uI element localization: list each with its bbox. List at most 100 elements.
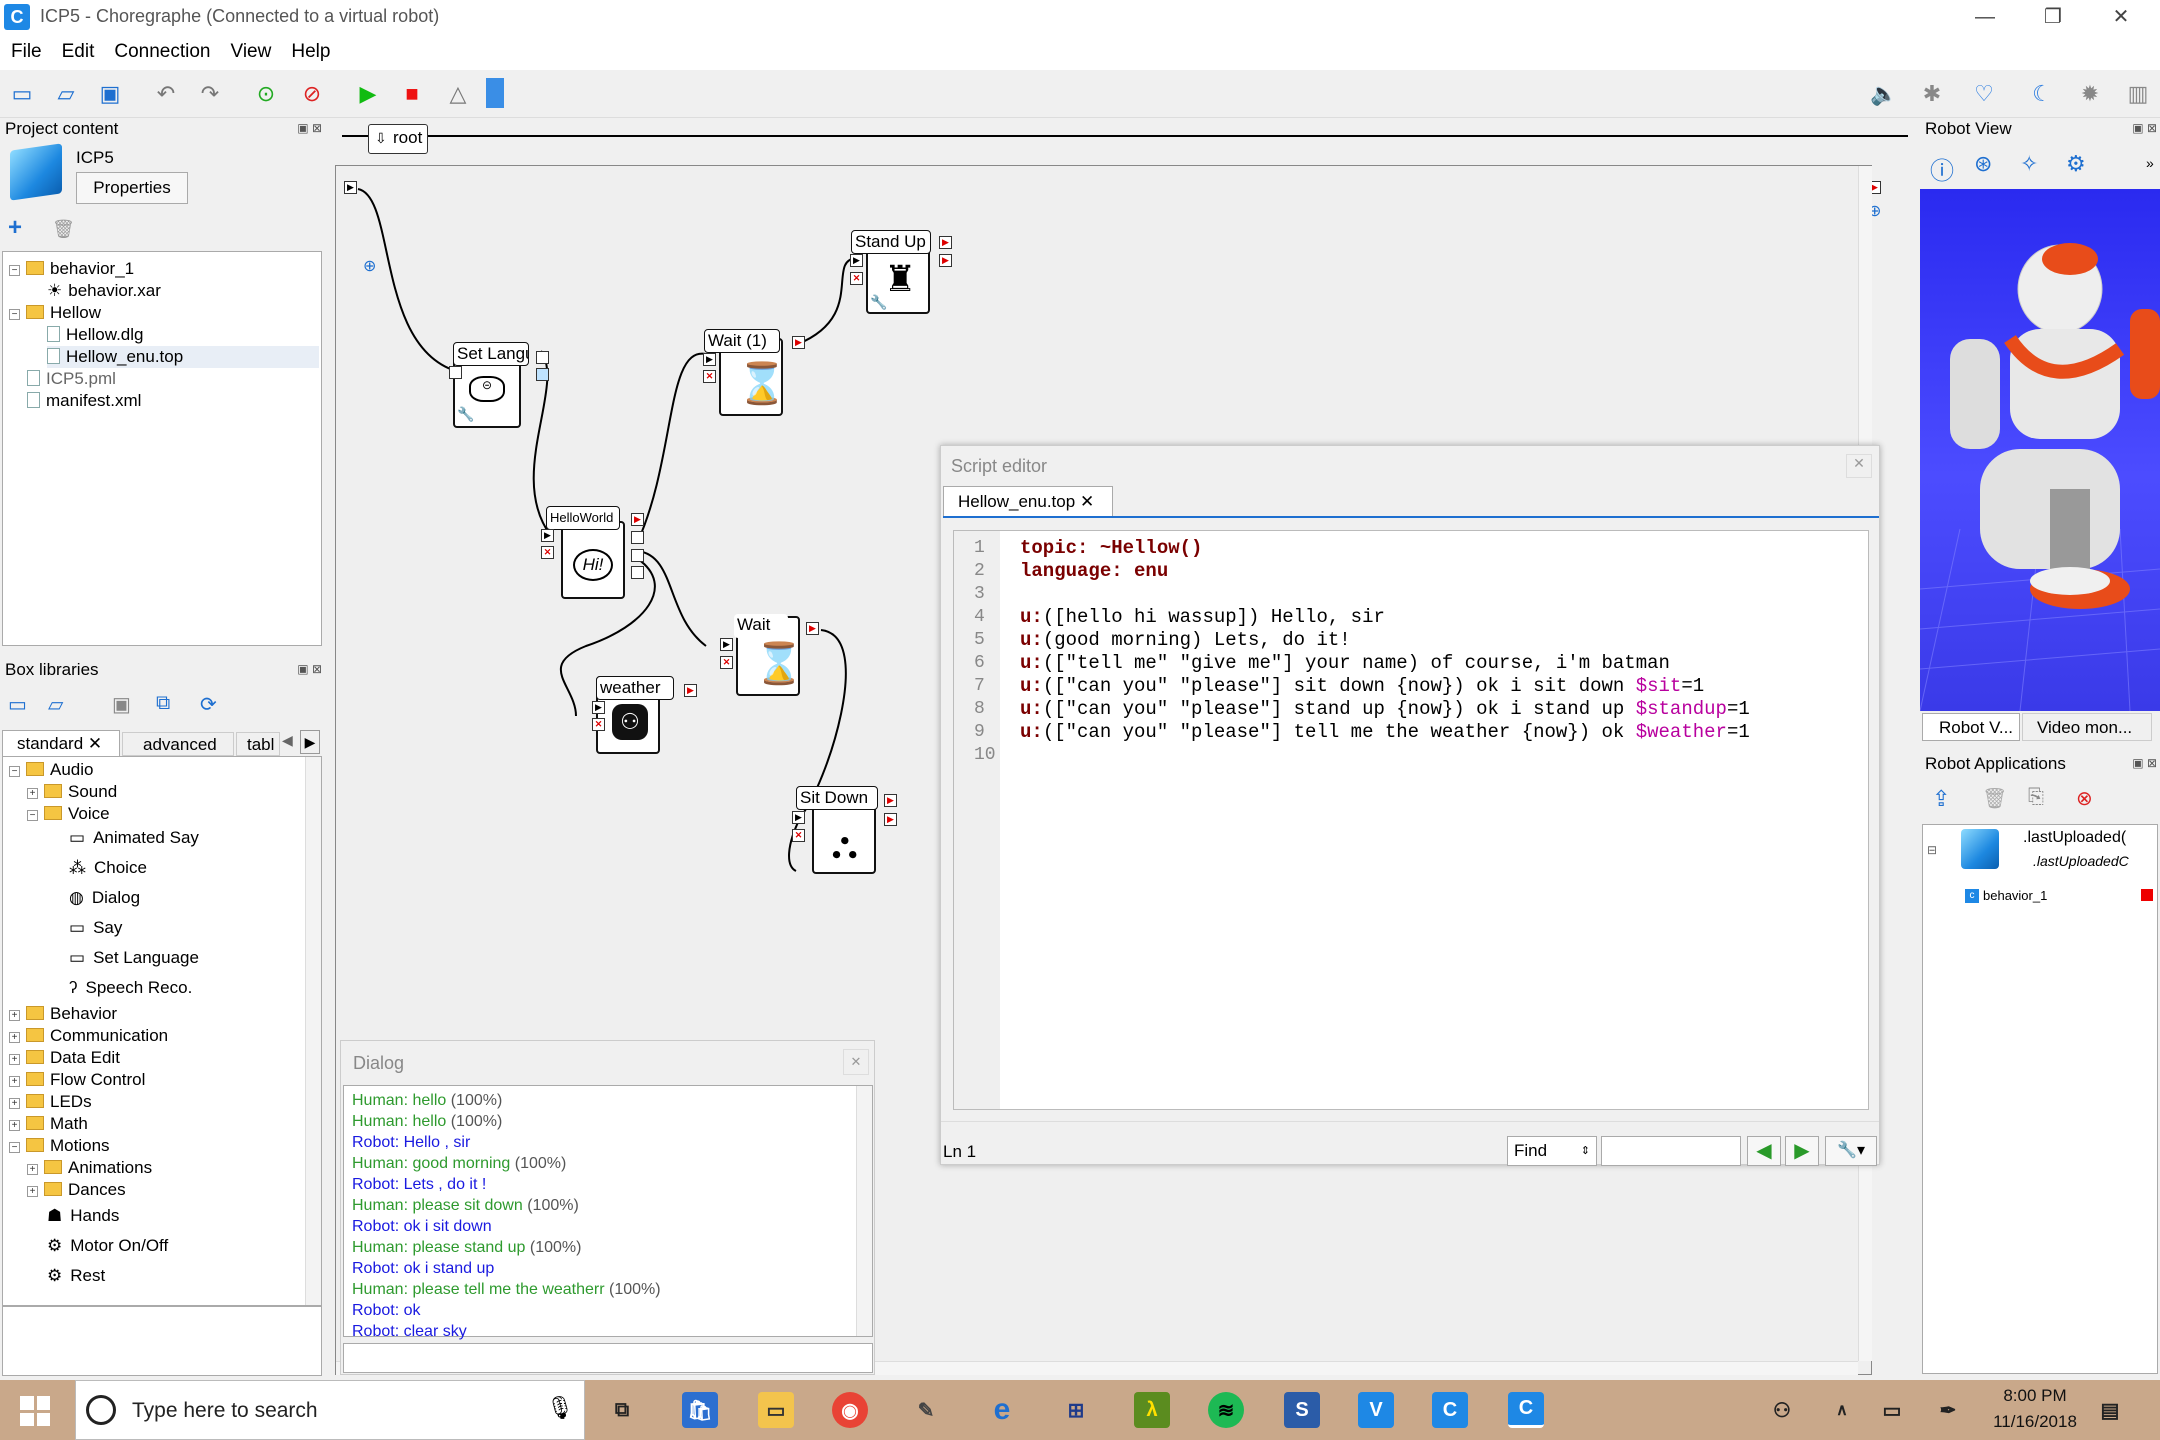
store-icon[interactable]: 🛍 (682, 1392, 718, 1428)
library-folder[interactable]: + Dances (27, 1179, 126, 1201)
box-output-port[interactable]: ▶ (631, 513, 644, 526)
library-folder[interactable]: + Behavior (9, 1003, 117, 1025)
tab-video-monitor[interactable]: Video mon... (2022, 713, 2152, 741)
undo-icon[interactable]: ↶ (150, 78, 182, 110)
redo-icon[interactable]: ↷ (194, 78, 226, 110)
new-library-icon[interactable]: ▭ (8, 692, 27, 717)
panel-float-close-icon[interactable]: ▣ ⊠ (297, 662, 322, 676)
choregraphe-icon[interactable]: C (1432, 1392, 1468, 1428)
network-app-icon[interactable]: ⊞ (1058, 1392, 1094, 1428)
box-stop-port[interactable]: ✕ (592, 718, 605, 731)
autonomous-life-icon[interactable]: ♡ (1968, 78, 2000, 110)
library-folder[interactable]: + Sound (27, 781, 117, 803)
library-box[interactable]: ʔ Speech Reco. (69, 977, 192, 999)
add-file-icon[interactable]: + (8, 216, 32, 241)
tree-item[interactable]: ☀ behavior.xar (47, 280, 161, 302)
dialog-input[interactable] (343, 1343, 873, 1373)
box-output-port[interactable] (631, 531, 644, 544)
edge-icon[interactable]: e (984, 1392, 1020, 1428)
library-folder[interactable]: + Animations (27, 1157, 152, 1179)
tab-robot-view[interactable]: Robot V... (1922, 713, 2020, 741)
library-folder[interactable]: + Communication (9, 1025, 168, 1047)
library-folder[interactable]: + LEDs (9, 1091, 92, 1113)
box-input-port[interactable]: ▶ (720, 638, 733, 651)
spotify-icon[interactable]: ≋ (1208, 1392, 1244, 1428)
box-output-port[interactable]: ▶ (939, 236, 952, 249)
box-stop-port[interactable]: ✕ (792, 829, 805, 842)
box-output-port[interactable]: ▶ (939, 254, 952, 267)
new-project-icon[interactable]: ▭ (6, 78, 38, 110)
tab-advanced[interactable]: advanced (122, 732, 234, 756)
open-library-icon[interactable]: ▱ (48, 692, 63, 717)
box-output-port[interactable]: ▶ (806, 622, 819, 635)
menu-connection[interactable]: Connection (103, 34, 219, 63)
add-input-icon[interactable]: ⊕ (363, 256, 376, 276)
upload-package-icon[interactable]: ⇪ (1932, 786, 1950, 812)
library-box[interactable]: ▭ Say (69, 917, 122, 939)
settings-gear-icon[interactable]: ✹ (2074, 78, 2106, 110)
camera-settings-icon[interactable]: ⚙ (2066, 151, 2086, 177)
library-box[interactable]: ◍ Dialog (69, 887, 140, 909)
play-icon[interactable]: ▶ (352, 78, 384, 110)
box-output-port[interactable]: ▶ (792, 336, 805, 349)
speaker-icon[interactable]: 🔈 (1868, 78, 1900, 110)
tree-item[interactable]: − behavior_1 (9, 258, 134, 280)
box-stop-port[interactable]: ✕ (703, 370, 716, 383)
menu-view[interactable]: View (220, 34, 281, 63)
sync-library-icon[interactable]: ⟳ (200, 692, 217, 717)
library-folder[interactable]: + Data Edit (9, 1047, 120, 1069)
info-icon[interactable]: ⓘ (1930, 151, 1954, 186)
paint-icon[interactable]: ✎ (908, 1392, 944, 1428)
up-arrow-icon[interactable]: ⇩ (375, 130, 387, 147)
tab-standard[interactable]: standard ✕ (2, 730, 120, 756)
panel-float-close-icon[interactable]: ▣ ⊠ (2132, 756, 2157, 770)
slack-icon[interactable]: S (1284, 1392, 1320, 1428)
panel-float-close-icon[interactable]: ▣ ⊠ (297, 121, 322, 135)
vscode-icon[interactable]: V (1358, 1392, 1394, 1428)
helloworld-box[interactable]: Hi! (561, 521, 625, 599)
file-explorer-icon[interactable]: ▭ (758, 1392, 794, 1428)
menu-edit[interactable]: Edit (51, 34, 104, 63)
save-project-icon[interactable]: ▣ (94, 78, 126, 110)
notifications-icon[interactable]: ▤ (2092, 1392, 2128, 1428)
box-input-port[interactable]: ▶ (703, 353, 716, 366)
behavior-name[interactable]: behavior_1 (1983, 888, 2047, 903)
people-icon[interactable]: ⚇ (1764, 1392, 1800, 1428)
delete-file-icon[interactable]: 🗑 (52, 219, 75, 241)
close-icon[interactable]: ✕ (843, 1049, 869, 1075)
tree-item[interactable]: − Hellow (9, 302, 101, 324)
box-stop-port[interactable]: ✕ (720, 656, 733, 669)
find-previous-icon[interactable]: ◀ (1747, 1136, 1781, 1166)
windows-start-icon[interactable] (20, 1396, 50, 1426)
minimize-button[interactable]: — (1954, 0, 2016, 34)
find-next-icon[interactable]: ▶ (1785, 1136, 1819, 1166)
stop-icon[interactable]: ■ (396, 78, 428, 110)
volume-slider[interactable] (486, 78, 504, 108)
visibility-icon[interactable]: ✧ (2020, 151, 2038, 177)
box-input-port[interactable]: ▶ (850, 254, 863, 267)
application-name[interactable]: .lastUploaded( (2023, 829, 2126, 847)
open-project-icon[interactable]: ▱ (50, 78, 82, 110)
tab-scroll-left-icon[interactable]: ◀ (282, 732, 293, 749)
pen-icon[interactable]: ✒ (1930, 1392, 1966, 1428)
stop-application-icon[interactable]: ⊗ (2076, 786, 2093, 811)
panel-float-close-icon[interactable]: ▣ ⊠ (2132, 121, 2157, 135)
connect-icon[interactable]: ⊙ (250, 78, 282, 110)
show-hidden-icons-icon[interactable]: ∧ (1824, 1392, 1860, 1428)
menu-file[interactable]: File (0, 34, 51, 63)
box-stop-port[interactable]: ✕ (850, 272, 863, 285)
box-output-port[interactable]: ▶ (884, 794, 897, 807)
restore-button[interactable]: ❐ (2022, 0, 2084, 34)
box-output-port[interactable] (631, 566, 644, 579)
tree-item[interactable]: manifest.xml (27, 390, 141, 412)
find-mode-select[interactable]: Find ⇕ (1507, 1136, 1597, 1166)
library-scrollbar[interactable] (305, 757, 321, 1305)
disconnect-icon[interactable]: ⊘ (296, 78, 328, 110)
tab-scroll-right-icon[interactable]: ▶ (300, 730, 320, 754)
box-output-port[interactable] (631, 549, 644, 562)
tab-table[interactable]: tabl (236, 732, 280, 756)
library-box[interactable]: ▭ Animated Say (69, 827, 199, 849)
tab-hellow-enu-top[interactable]: Hellow_enu.top ✕ (943, 486, 1113, 516)
box-output-port[interactable] (536, 351, 549, 364)
chrome-icon[interactable]: ◉ (832, 1392, 868, 1428)
